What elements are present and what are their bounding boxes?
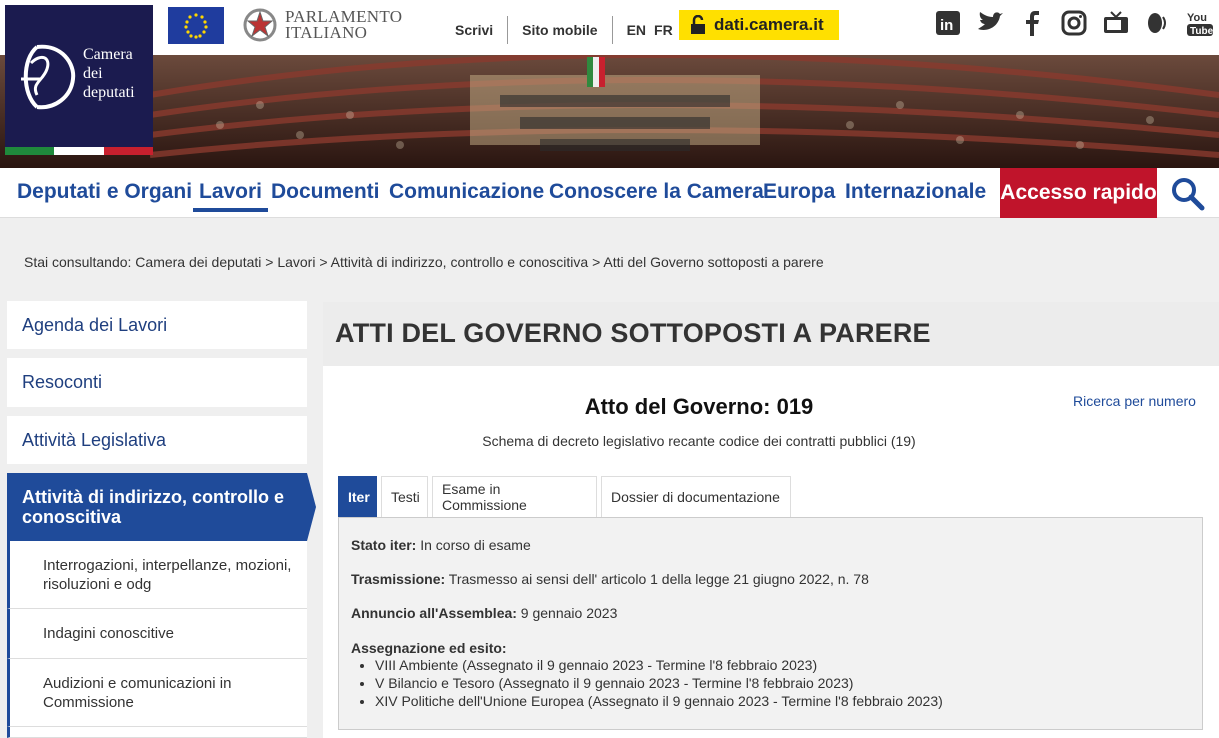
eu-flag-icon (168, 7, 224, 44)
nav-deputati-e-organi[interactable]: Deputati e Organi (17, 180, 192, 204)
twitter-icon[interactable] (976, 10, 1004, 38)
sito-mobile-link[interactable]: Sito mobile (522, 22, 597, 38)
dati-camera-button[interactable]: dati.camera.it (679, 10, 839, 40)
annuncio-assemblea: Annuncio all'Assemblea: 9 gennaio 2023 (351, 605, 618, 621)
italian-flag-stripe (5, 147, 153, 155)
accesso-rapido-button[interactable]: Accesso rapido (1000, 168, 1157, 218)
tv-icon[interactable] (1102, 10, 1130, 38)
social-links: in You Tube (934, 10, 1214, 38)
sidebar-item-attivita-legislativa[interactable]: Attività Legislativa (7, 416, 307, 464)
italy-emblem-icon (243, 6, 277, 44)
trasmissione: Trasmissione: Trasmesso ai sensi dell' a… (351, 571, 869, 587)
sidebar-item-resoconti[interactable]: Resoconti (7, 358, 307, 407)
tab-esame-in-commissione[interactable]: Esame in Commissione (432, 476, 597, 517)
linkedin-icon[interactable]: in (934, 10, 962, 38)
page-title: ATTI DEL GOVERNO SOTTOPOSTI A PARERE (335, 318, 931, 348)
sidebar-item-attivita-indirizzo[interactable]: Attività di indirizzo, controllo e conos… (7, 473, 316, 541)
atto-title: Atto del Governo: 019 (584, 394, 814, 419)
nav-comunicazione[interactable]: Comunicazione (389, 180, 544, 204)
youtube-icon[interactable]: You Tube (1186, 10, 1214, 38)
camera-logo[interactable]: Camera dei deputati (5, 5, 153, 155)
list-item: VIII Ambiente (Assegnato il 9 gennaio 20… (375, 656, 943, 674)
tab-testi[interactable]: Testi (381, 476, 428, 517)
divider (611, 16, 613, 44)
list-item: V Bilancio e Tesoro (Assegnato il 9 genn… (375, 674, 943, 692)
tab-iter[interactable]: Iter (338, 476, 377, 517)
nav-lavori[interactable]: Lavori (193, 180, 269, 212)
assegnazione-list: VIII Ambiente (Assegnato il 9 gennaio 20… (375, 656, 943, 710)
top-links: Scrivi Sito mobile EN FR (455, 16, 673, 44)
sidebar-subitem-indagini[interactable]: Indagini conoscitive (7, 609, 307, 659)
divider (507, 16, 509, 44)
svg-text:in: in (940, 17, 953, 34)
nav-documenti[interactable]: Documenti (271, 180, 380, 204)
ricerca-per-numero-link[interactable]: Ricerca per numero (1073, 393, 1196, 409)
lock-open-icon (691, 15, 705, 34)
top-bar: PARLAMENTO ITALIANO Scrivi Sito mobile E… (0, 0, 1219, 55)
camera-emblem-icon (21, 44, 76, 110)
radio-icon[interactable] (1144, 10, 1172, 38)
instagram-icon[interactable] (1060, 10, 1088, 38)
lang-en-link[interactable]: EN (627, 22, 646, 38)
nav-europa[interactable]: Europa (763, 180, 835, 204)
breadcrumb: Stai consultando: Camera dei deputati > … (24, 254, 824, 270)
assegnazione-esito: Assegnazione ed esito: VIII Ambiente (As… (351, 640, 943, 710)
facebook-icon[interactable] (1018, 10, 1046, 38)
language-switch: EN FR (627, 22, 673, 38)
camera-logo-text: Camera dei deputati (83, 46, 135, 101)
search-icon[interactable] (1170, 176, 1206, 212)
sidebar-subitem-interrogazioni[interactable]: Interrogazioni, interpellanze, mozioni, … (7, 541, 307, 609)
sidebar-subitem-audizioni[interactable]: Audizioni e comunicazioni in Commissione (7, 659, 307, 727)
lang-fr-link[interactable]: FR (654, 22, 673, 38)
nav-conoscere-la-camera[interactable]: Conoscere la Camera (549, 180, 764, 204)
nav-internazionale[interactable]: Internazionale (845, 180, 986, 204)
atto-subtitle: Schema di decreto legislativo recante co… (482, 433, 916, 449)
parliament-title[interactable]: PARLAMENTO ITALIANO (285, 8, 402, 41)
svg-text:You: You (1187, 12, 1207, 24)
svg-text:Tube: Tube (1190, 26, 1214, 37)
main-nav: Deputati e Organi Lavori Documenti Comun… (0, 168, 1219, 218)
sidebar-item-agenda[interactable]: Agenda dei Lavori (7, 301, 307, 349)
chamber-hero-image (0, 55, 1219, 168)
stato-iter: Stato iter: In corso di esame (351, 537, 531, 553)
tab-dossier[interactable]: Dossier di documentazione (601, 476, 791, 517)
list-item: XIV Politiche dell'Unione Europea (Asseg… (375, 692, 943, 710)
dati-label: dati.camera.it (714, 15, 824, 34)
sidebar-subitem-next (7, 727, 307, 738)
iter-panel: Stato iter: In corso di esame Trasmissio… (338, 517, 1203, 730)
scrivi-link[interactable]: Scrivi (455, 22, 493, 38)
